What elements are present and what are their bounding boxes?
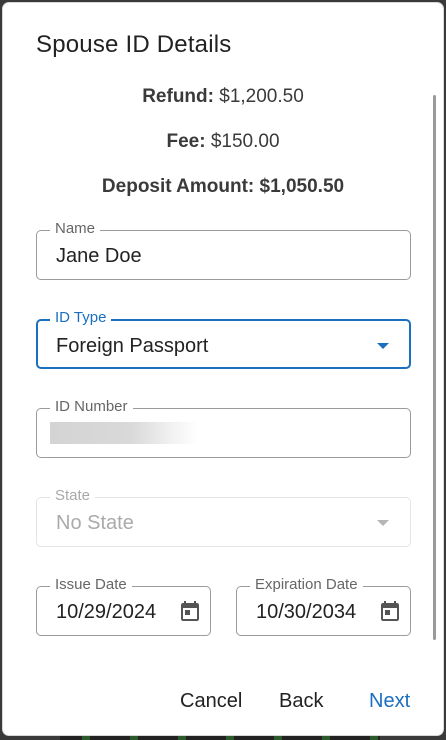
state-value: No State (56, 512, 134, 534)
next-button[interactable]: Next (369, 689, 410, 713)
issue-date-label: Issue Date (50, 576, 132, 594)
issue-date-field[interactable]: Issue Date 10/29/2024 (36, 576, 211, 636)
dialog-title: Spouse ID Details (36, 31, 232, 58)
dropdown-caret-icon (377, 520, 389, 526)
deposit-value: $1,050.50 (259, 176, 345, 197)
id-type-label: ID Type (50, 309, 112, 327)
state-label: State (50, 487, 96, 505)
name-label: Name (50, 220, 101, 238)
fee-line: Fee: $150.00 (3, 131, 443, 153)
id-type-value: Foreign Passport (56, 335, 209, 357)
name-field[interactable]: Name Jane Doe (36, 220, 411, 280)
deposit-label: Deposit Amount: (101, 176, 255, 197)
fee-value: $150.00 (210, 131, 280, 152)
name-value: Jane Doe (56, 245, 142, 267)
expiration-date-value: 10/30/2034 (256, 601, 357, 623)
deposit-line: Deposit Amount: $1,050.50 (3, 176, 443, 198)
state-select: State No State (36, 487, 411, 547)
id-number-label: ID Number (50, 398, 133, 416)
refund-label: Refund: (142, 86, 214, 107)
issue-date-value: 10/29/2024 (56, 601, 157, 623)
refund-value: $1,200.50 (219, 86, 304, 107)
cancel-button[interactable]: Cancel (180, 689, 242, 713)
back-button[interactable]: Back (279, 689, 323, 713)
redacted-id-number (50, 422, 198, 444)
id-number-field[interactable]: ID Number (36, 398, 411, 458)
dropdown-caret-icon[interactable] (377, 343, 389, 349)
calendar-icon[interactable] (178, 599, 202, 623)
expiration-date-label: Expiration Date (250, 576, 363, 594)
refund-line: Refund: $1,200.50 (3, 86, 443, 108)
spouse-id-dialog: Spouse ID Details Refund: $1,200.50 Fee:… (3, 3, 443, 735)
expiration-date-field[interactable]: Expiration Date 10/30/2034 (236, 576, 411, 636)
id-type-select[interactable]: ID Type Foreign Passport (36, 309, 411, 369)
calendar-icon[interactable] (378, 599, 402, 623)
fee-label: Fee: (166, 131, 206, 152)
